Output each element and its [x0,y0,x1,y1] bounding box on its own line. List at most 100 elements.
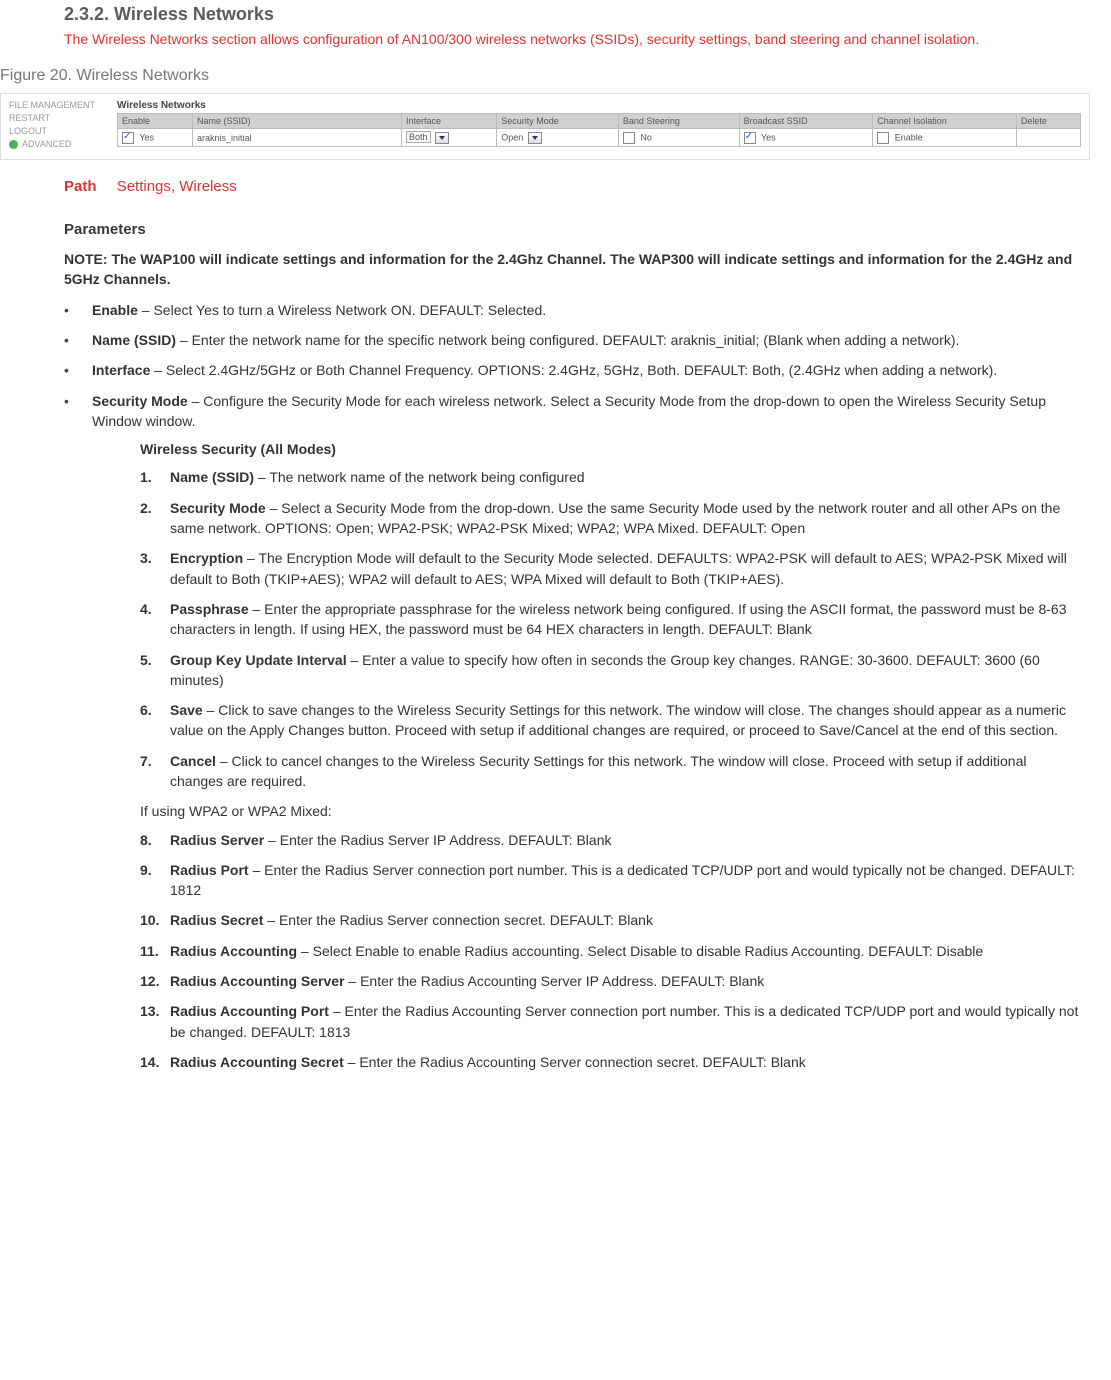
term: Interface [92,362,150,378]
wireless-security-subblock: Wireless Security (All Modes) Name (SSID… [140,439,1081,1072]
term: Cancel [170,753,216,769]
sidebar-logout[interactable]: LOGOUT [9,126,109,136]
enable-checkbox[interactable] [122,132,134,144]
term: Passphrase [170,601,249,617]
col-name: Name (SSID) [193,114,402,129]
term-text: – Select 2.4GHz/5GHz or Both Channel Fre… [150,362,997,378]
bandsteer-checkbox[interactable] [623,132,635,144]
numbered-list-b: Radius Server – Enter the Radius Server … [140,830,1081,1073]
screenshot-main: Wireless Networks Enable Name (SSID) Int… [117,100,1081,149]
networks-table: Enable Name (SSID) Interface Security Mo… [117,113,1081,147]
list-item: Passphrase – Enter the appropriate passp… [140,599,1081,640]
cell-chiso[interactable]: Enable [873,129,1017,147]
sidebar-restart[interactable]: RESTART [9,113,109,123]
sidebar-advanced-label: ADVANCED [22,139,71,149]
cell-bandsteer[interactable]: No [618,129,739,147]
broadcast-checkbox[interactable] [744,132,756,144]
section-intro: The Wireless Networks section allows con… [64,29,1104,49]
cell-delete[interactable] [1016,129,1080,147]
interface-dropdown-button[interactable] [435,132,449,144]
bandsteer-value: No [640,132,652,142]
wireless-security-title: Wireless Security (All Modes) [140,439,1081,459]
term: Radius Server [170,832,264,848]
term: Encryption [170,550,243,566]
figure-caption: Figure 20. Wireless Networks [0,67,1111,85]
parameters-bullets: Enable – Select Yes to turn a Wireless N… [64,300,1081,1073]
cell-enable[interactable]: Yes [118,129,193,147]
term-text: – Enter the Radius Server IP Address. DE… [264,832,611,848]
col-enable: Enable [118,114,193,129]
term: Radius Secret [170,912,263,928]
path-value: Settings, Wireless [117,178,237,195]
numbered-list-a: Name (SSID) – The network name of the ne… [140,467,1081,791]
sidebar-file-management[interactable]: FILE MANAGEMENT [9,100,109,110]
panel-title: Wireless Networks [117,100,1081,111]
term-text: – Enter the Radius Server connection sec… [263,912,653,928]
term-text: – Click to save changes to the Wireless … [170,702,1066,738]
term-text: – The Encryption Mode will default to th… [170,550,1067,586]
screenshot-sidebar: FILE MANAGEMENT RESTART LOGOUT ADVANCED [9,100,109,149]
list-item: Name (SSID) – Enter the network name for… [64,330,1081,350]
term: Radius Accounting [170,943,297,959]
term-text: – Configure the Security Mode for each w… [92,393,1046,429]
table-header-row: Enable Name (SSID) Interface Security Mo… [118,114,1081,129]
term: Security Mode [92,393,188,409]
col-chiso: Channel Isolation [873,114,1017,129]
list-item: Interface – Select 2.4GHz/5GHz or Both C… [64,360,1081,380]
list-item: Security Mode – Select a Security Mode f… [140,498,1081,539]
list-item: Radius Port – Enter the Radius Server co… [140,860,1081,901]
term-text: – Select Yes to turn a Wireless Network … [138,302,546,318]
term: Name (SSID) [92,332,176,348]
parameters-note: NOTE: The WAP100 will indicate settings … [64,249,1081,290]
cell-security[interactable]: Open [497,129,619,147]
term-text: – Enter the Radius Accounting Server con… [344,1054,806,1070]
table-row: Yes araknis_initial Both Open No [118,129,1081,147]
cell-name[interactable]: araknis_initial [193,129,402,147]
term-text: – Enter the Radius Accounting Server IP … [345,973,765,989]
wpa2-mixed-note: If using WPA2 or WPA2 Mixed: [140,801,1081,821]
interface-value: Both [406,131,431,143]
col-interface: Interface [402,114,497,129]
chiso-checkbox[interactable] [877,132,889,144]
list-item: Name (SSID) – The network name of the ne… [140,467,1081,487]
term: Group Key Update Interval [170,652,347,668]
list-item: Save – Click to save changes to the Wire… [140,700,1081,741]
term-text: – The network name of the network being … [254,469,585,485]
col-security: Security Mode [497,114,619,129]
broadcast-value: Yes [761,132,776,142]
security-value: Open [501,132,523,142]
term: Radius Accounting Secret [170,1054,344,1070]
page-root: 2.3.2. Wireless Networks The Wireless Ne… [0,4,1111,1122]
col-delete: Delete [1016,114,1080,129]
term-text: – Select a Security Mode from the drop-d… [170,500,1060,536]
term-text: – Enter the appropriate passphrase for t… [170,601,1067,637]
list-item: Radius Secret – Enter the Radius Server … [140,910,1081,930]
parameters-block: Parameters NOTE: The WAP100 will indicat… [64,219,1081,1072]
enable-value: Yes [139,132,154,142]
security-dropdown-button[interactable] [528,132,542,144]
term-text: – Enter the network name for the specifi… [176,332,959,348]
list-item: Enable – Select Yes to turn a Wireless N… [64,300,1081,320]
list-item: Cancel – Click to cancel changes to the … [140,751,1081,792]
term: Radius Accounting Server [170,973,345,989]
list-item: Security Mode – Configure the Security M… [64,391,1081,1073]
list-item: Radius Accounting Port – Enter the Radiu… [140,1001,1081,1042]
term: Radius Port [170,862,249,878]
term: Save [170,702,203,718]
wireless-networks-screenshot: FILE MANAGEMENT RESTART LOGOUT ADVANCED … [0,93,1090,160]
path-label: Path [64,178,113,195]
term-text: – Select Enable to enable Radius account… [297,943,983,959]
cell-interface[interactable]: Both [402,129,497,147]
col-broadcast: Broadcast SSID [739,114,873,129]
path-row: Path Settings, Wireless [64,178,1111,195]
parameters-heading: Parameters [64,219,1081,241]
list-item: Group Key Update Interval – Enter a valu… [140,650,1081,691]
list-item: Encryption – The Encryption Mode will de… [140,548,1081,589]
cell-broadcast[interactable]: Yes [739,129,873,147]
term: Security Mode [170,500,266,516]
term: Radius Accounting Port [170,1003,329,1019]
list-item: Radius Accounting – Select Enable to ena… [140,941,1081,961]
sidebar-advanced[interactable]: ADVANCED [9,139,109,149]
list-item: Radius Accounting Secret – Enter the Rad… [140,1052,1081,1072]
term: Enable [92,302,138,318]
